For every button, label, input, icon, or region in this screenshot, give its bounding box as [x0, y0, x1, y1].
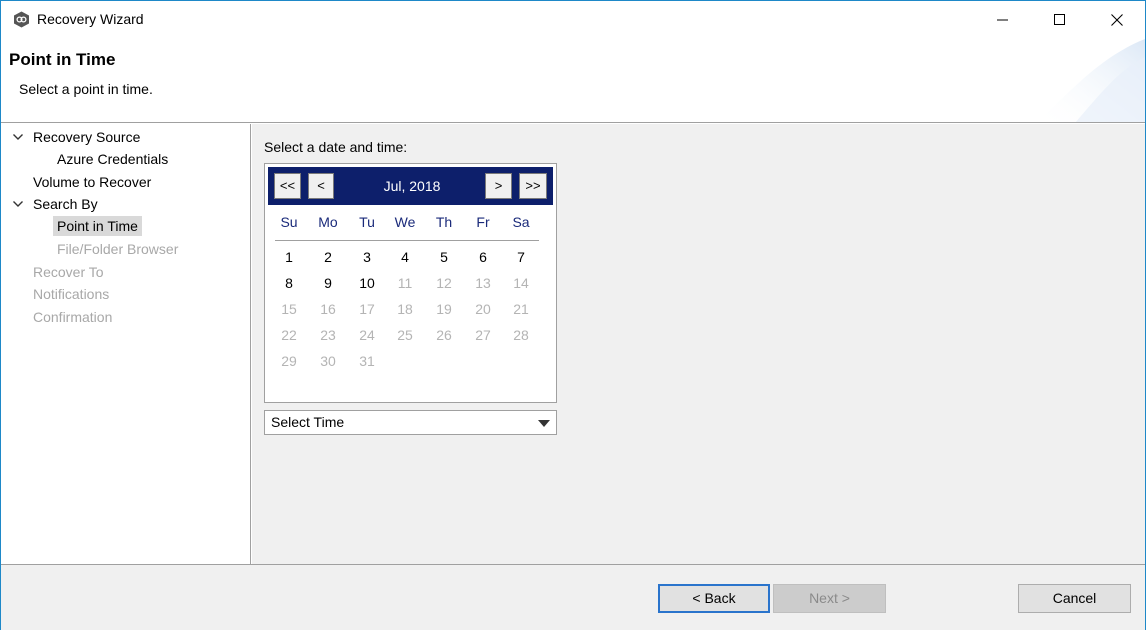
calendar-day: 13	[475, 275, 491, 291]
calendar-day: 18	[397, 301, 413, 317]
nav-item-search-by[interactable]: Search By	[33, 194, 102, 214]
calendar-day[interactable]: 3	[349, 248, 385, 266]
back-button[interactable]: < Back	[658, 584, 770, 613]
time-select-value: Select Time	[271, 414, 345, 430]
calendar-day[interactable]: 1	[271, 248, 307, 266]
calendar-month-label: Jul, 2018	[383, 178, 441, 194]
nav-item-recovery-source[interactable]: Recovery Source	[33, 127, 144, 147]
window-title: Recovery Wizard	[37, 11, 144, 27]
next-year-button[interactable]: >>	[519, 173, 547, 199]
calendar-day[interactable]: 6	[465, 248, 501, 266]
next-month-button[interactable]: >	[485, 173, 512, 199]
nav-item-file-folder-browser: File/Folder Browser	[57, 241, 179, 257]
weekday-label: Tu	[359, 214, 375, 230]
weekday-divider	[275, 240, 539, 241]
weekday-label: Fr	[476, 214, 490, 230]
calendar-day[interactable]: 7	[503, 248, 539, 266]
calendar-day: 22	[281, 327, 297, 343]
date-time-prompt: Select a date and time:	[264, 139, 408, 155]
weekday-label: Th	[435, 214, 453, 230]
minimize-button[interactable]	[975, 1, 1031, 39]
prev-year-button[interactable]: <<	[274, 173, 301, 199]
nav-item-confirmation: Confirmation	[33, 309, 113, 325]
recovery-wizard-window: Recovery Wizard Point in Time Select a p…	[0, 0, 1146, 630]
calendar-day: 30	[320, 353, 336, 369]
nav-item-azure-credentials[interactable]: Azure Credentials	[57, 149, 172, 169]
nav-item-notifications: Notifications	[33, 286, 110, 302]
maximize-icon	[1054, 14, 1065, 25]
wizard-steps-tree: Recovery Source Azure Credentials Volume…	[1, 124, 251, 564]
calendar-day: 20	[475, 301, 491, 317]
page-title: Point in Time	[9, 50, 116, 69]
peer-logo-icon	[14, 11, 29, 28]
wizard-footer: < Back Next > Cancel	[1, 564, 1145, 630]
calendar-day[interactable]: 5	[426, 248, 462, 266]
weekday-label: Mo	[318, 214, 338, 230]
calendar: << < Jul, 2018 > >> Su Mo Tu We Th Fr Sa 12345…	[264, 163, 557, 403]
time-select-dropdown[interactable]: Select Time	[264, 410, 557, 435]
calendar-day: 24	[359, 327, 375, 343]
close-icon	[1111, 14, 1123, 26]
minimize-icon	[997, 19, 1008, 21]
dropdown-arrow-icon	[538, 420, 550, 427]
chevron-down-icon[interactable]	[12, 198, 24, 210]
calendar-day[interactable]: 4	[387, 248, 423, 266]
close-button[interactable]	[1089, 1, 1145, 39]
nav-item-point-in-time[interactable]: Point in Time	[53, 216, 142, 236]
calendar-day: 17	[359, 301, 375, 317]
calendar-day: 14	[513, 275, 529, 291]
chevron-down-icon[interactable]	[12, 131, 24, 143]
page-subtitle: Select a point in time.	[19, 81, 153, 97]
calendar-day: 21	[513, 301, 529, 317]
maximize-button[interactable]	[1032, 1, 1088, 39]
calendar-header: << < Jul, 2018 > >>	[268, 167, 553, 205]
calendar-day[interactable]: 8	[271, 274, 307, 292]
title-bar: Recovery Wizard	[1, 1, 1145, 39]
calendar-day: 31	[359, 353, 375, 369]
prev-month-button[interactable]: <	[308, 173, 334, 199]
calendar-day[interactable]: 2	[310, 248, 346, 266]
next-button: Next >	[773, 584, 886, 613]
calendar-day: 19	[436, 301, 452, 317]
calendar-day: 15	[281, 301, 297, 317]
calendar-day: 12	[436, 275, 452, 291]
calendar-day[interactable]: 9	[310, 274, 346, 292]
calendar-day: 25	[397, 327, 413, 343]
calendar-day: 29	[281, 353, 297, 369]
calendar-day: 28	[513, 327, 529, 343]
wizard-header: Point in Time Select a point in time.	[1, 39, 1145, 123]
header-decoration	[1036, 39, 1145, 122]
weekday-label: We	[394, 214, 416, 230]
main-panel: Select a date and time: << < Jul, 2018 >…	[252, 124, 1145, 564]
cancel-button[interactable]: Cancel	[1018, 584, 1131, 613]
calendar-day[interactable]: 10	[349, 274, 385, 292]
calendar-day: 26	[436, 327, 452, 343]
calendar-day: 11	[397, 275, 413, 291]
nav-item-recover-to: Recover To	[33, 264, 104, 280]
nav-item-volume-to-recover[interactable]: Volume to Recover	[33, 172, 155, 192]
calendar-day: 23	[320, 327, 336, 343]
weekday-label: Sa	[512, 214, 530, 230]
calendar-day: 16	[320, 301, 336, 317]
weekday-label: Su	[280, 214, 298, 230]
calendar-day: 27	[475, 327, 491, 343]
